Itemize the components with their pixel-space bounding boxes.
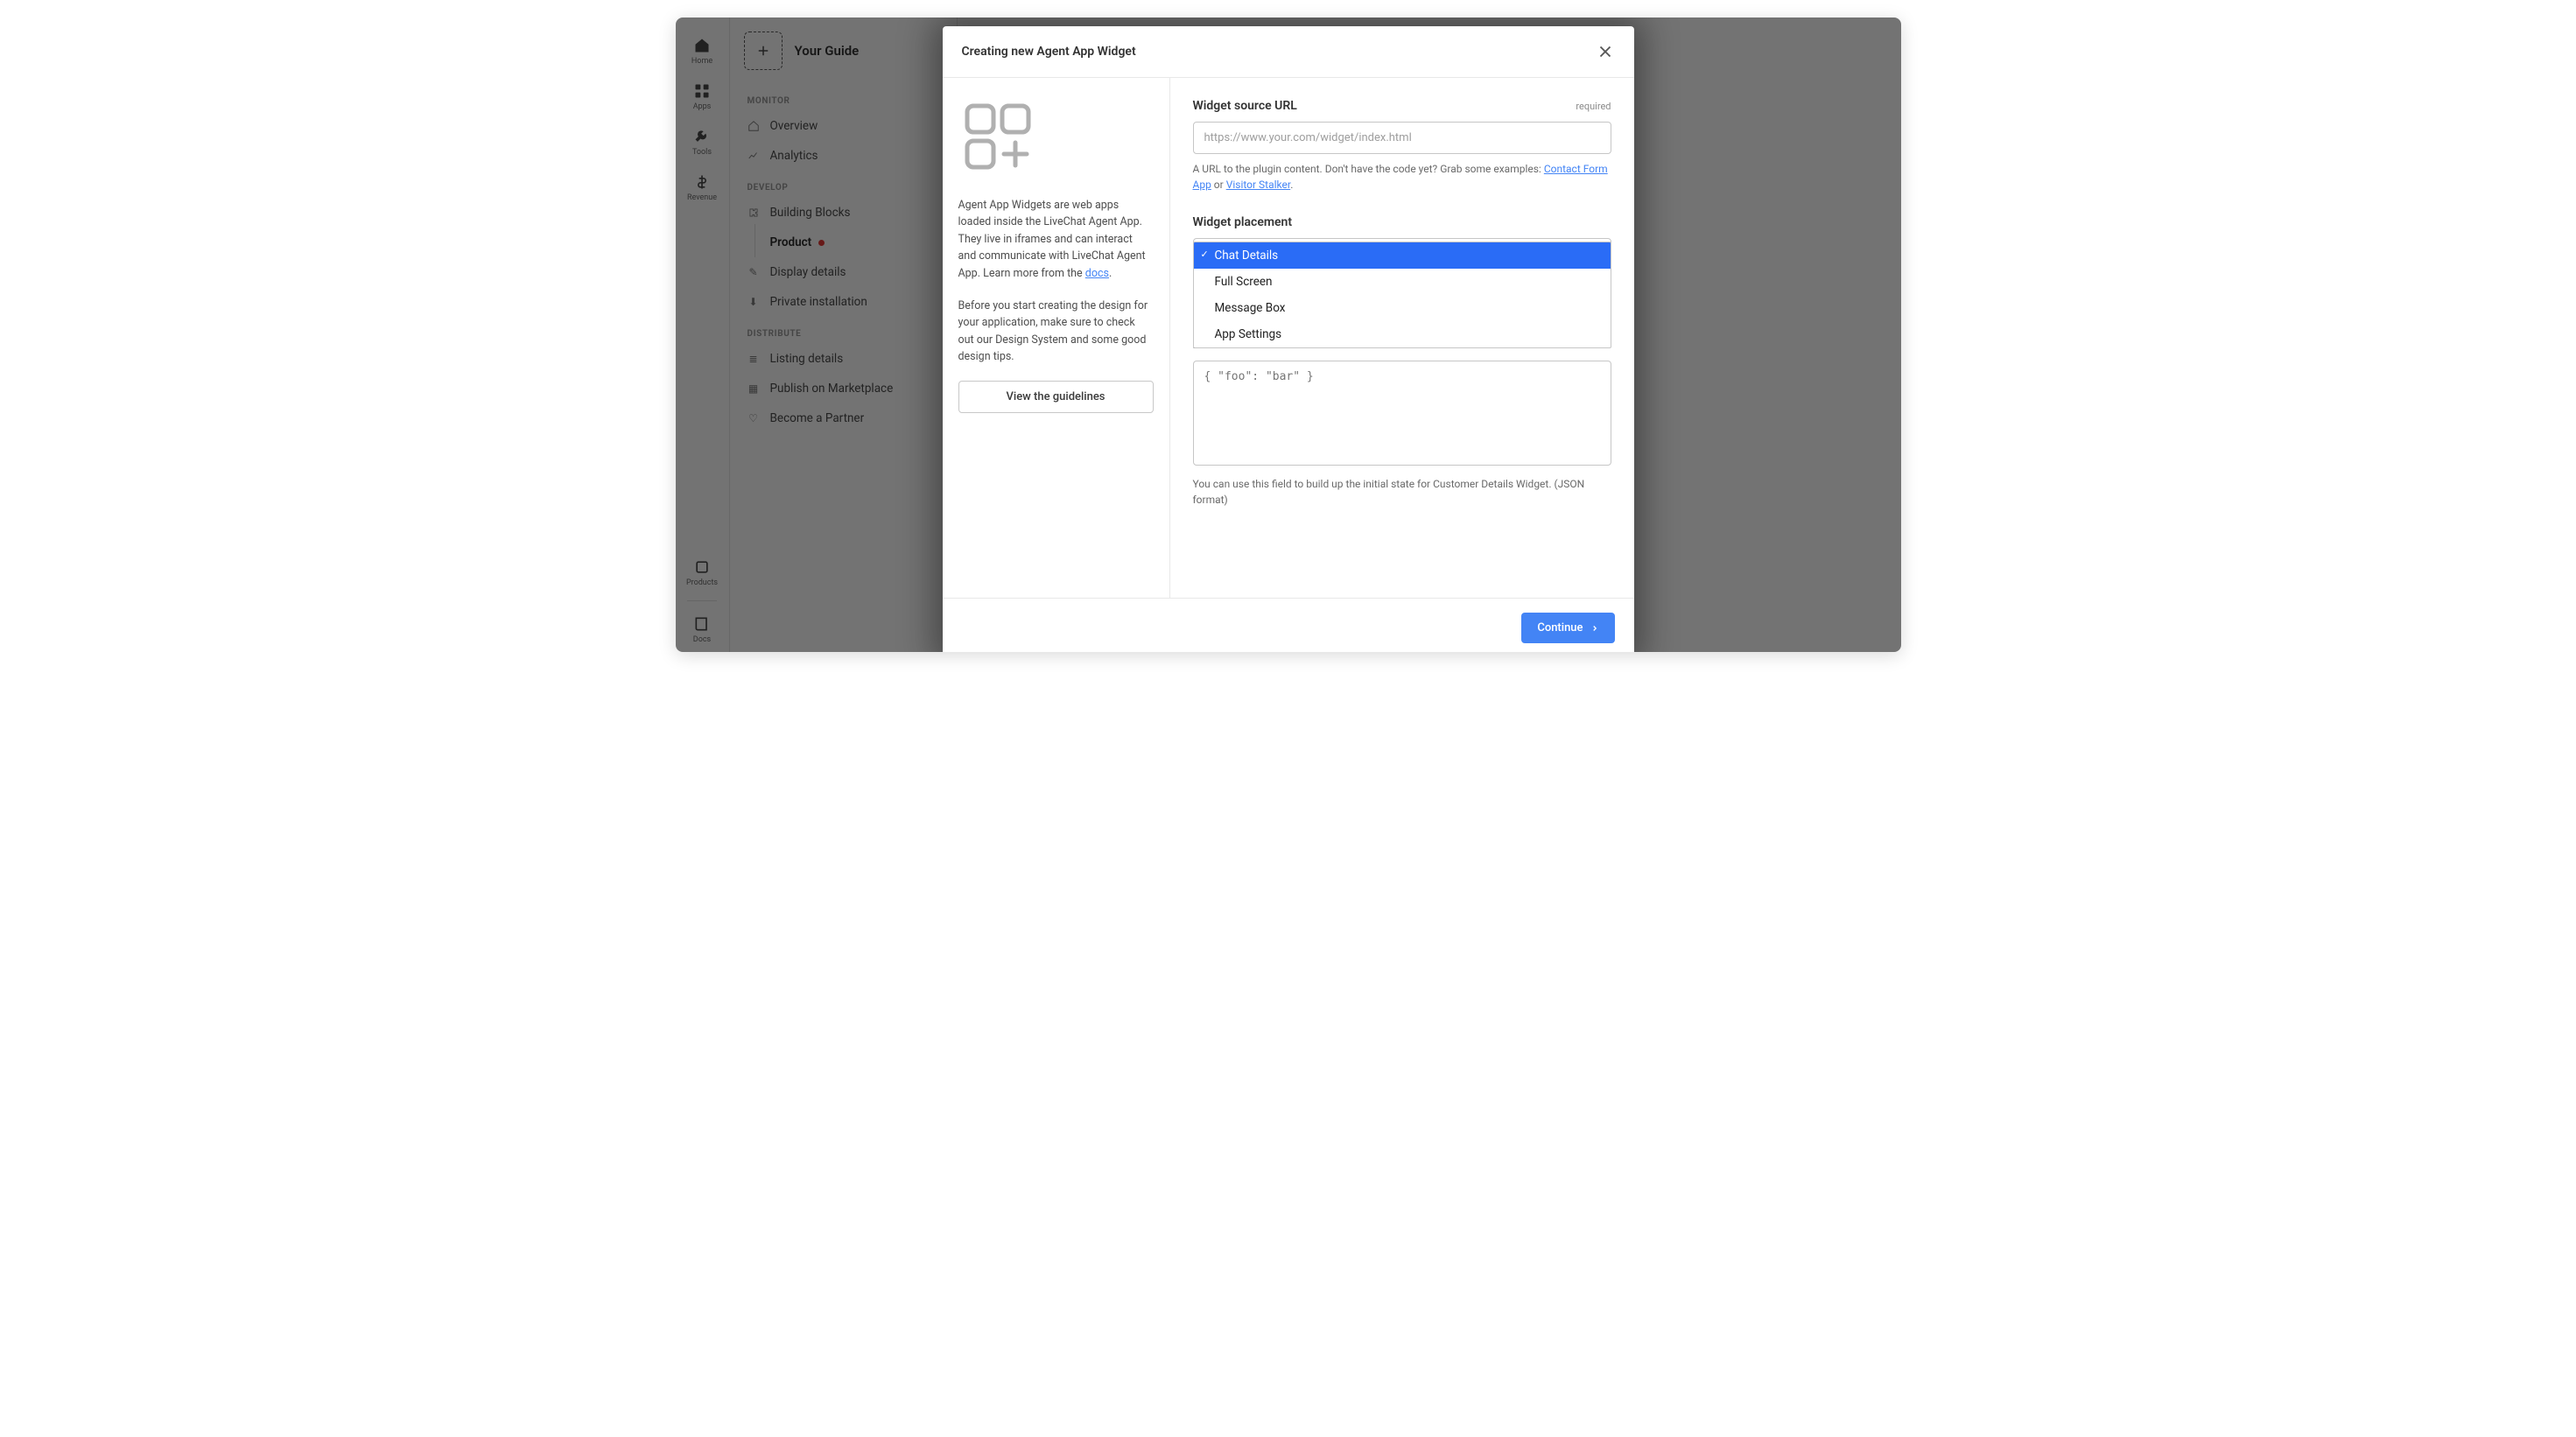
placement-select-wrapper: Chat Details Full Screen Message Box App…: [1193, 238, 1611, 268]
placement-dropdown: Chat Details Full Screen Message Box App…: [1193, 242, 1611, 348]
docs-link[interactable]: docs: [1085, 267, 1109, 280]
app-window: Home Apps Tools Revenue Products Docs: [676, 18, 1901, 652]
close-icon[interactable]: [1596, 42, 1615, 61]
modal-footer: Continue: [943, 598, 1634, 652]
initial-state-help: You can use this field to build up the i…: [1193, 476, 1611, 508]
placement-option-message-box[interactable]: Message Box: [1194, 295, 1611, 321]
form-group-source-url: Widget source URL required A URL to the …: [1193, 99, 1611, 193]
modal-body: Agent App Widgets are web apps loaded in…: [943, 78, 1634, 598]
modal-title: Creating new Agent App Widget: [962, 45, 1136, 59]
placement-option-full-screen[interactable]: Full Screen: [1194, 269, 1611, 295]
required-indicator: required: [1576, 101, 1611, 112]
source-url-label: Widget source URL: [1193, 99, 1297, 113]
widget-tiles-icon: [958, 97, 1037, 176]
source-url-input[interactable]: [1193, 122, 1611, 154]
example-link-visitor-stalker[interactable]: Visitor Stalker: [1226, 179, 1291, 191]
chevron-right-icon: [1590, 624, 1599, 633]
initial-state-textarea[interactable]: [1193, 361, 1611, 466]
modal-header: Creating new Agent App Widget: [943, 26, 1634, 78]
side-description-1: Agent App Widgets are web apps loaded in…: [958, 197, 1154, 282]
form-group-placement: Widget placement Chat Details Full Scree…: [1193, 215, 1611, 268]
continue-button-label: Continue: [1537, 621, 1583, 634]
help-or: or: [1211, 179, 1226, 191]
placement-option-chat-details[interactable]: Chat Details: [1194, 242, 1611, 269]
modal-side-info: Agent App Widgets are web apps loaded in…: [943, 78, 1170, 598]
placement-option-app-settings[interactable]: App Settings: [1194, 321, 1611, 347]
view-guidelines-button[interactable]: View the guidelines: [958, 381, 1154, 413]
placement-label: Widget placement: [1193, 215, 1293, 229]
continue-button[interactable]: Continue: [1521, 613, 1614, 643]
side-desc-1-text: Agent App Widgets are web apps loaded in…: [958, 199, 1146, 280]
modal-form: Widget source URL required A URL to the …: [1170, 78, 1634, 598]
form-group-initial-state: Initial state You can use this field to …: [1193, 338, 1611, 508]
side-description-2: Before you start creating the design for…: [958, 298, 1154, 366]
source-url-help: A URL to the plugin content. Don't have …: [1193, 161, 1611, 193]
create-widget-modal: Creating new Agent App Widget Agent App …: [943, 26, 1634, 652]
help-prefix: A URL to the plugin content. Don't have …: [1193, 163, 1544, 175]
